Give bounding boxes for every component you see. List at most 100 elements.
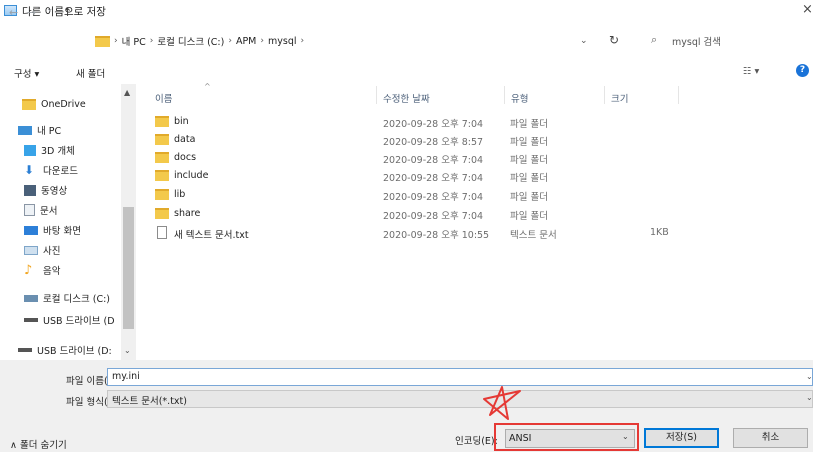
column-header-type[interactable]: 유형 — [511, 91, 528, 105]
sidebar-item-3d-objects[interactable]: 3D 개체 — [24, 140, 75, 160]
usb-drive-icon — [24, 318, 38, 322]
column-divider[interactable] — [604, 86, 605, 104]
refresh-icon[interactable]: ↻ — [609, 33, 619, 47]
title-bar — [0, 0, 813, 22]
column-divider[interactable] — [678, 86, 679, 104]
chevron-right-icon: › — [300, 36, 305, 46]
drive-icon — [24, 294, 38, 302]
forward-arrow-icon[interactable]: → — [27, 6, 36, 19]
folder-icon — [155, 189, 169, 200]
address-dropdown-icon[interactable]: ⌄ — [580, 36, 588, 46]
help-icon[interactable]: ? — [796, 64, 809, 77]
command-bar — [0, 58, 813, 84]
file-name: share — [174, 208, 201, 219]
scroll-down-icon[interactable]: ⌄ — [124, 346, 131, 355]
column-divider[interactable] — [504, 86, 505, 104]
chevron-right-icon: › — [149, 36, 154, 46]
search-input[interactable]: mysql 검색 — [672, 34, 721, 48]
file-date: 2020-09-28 오후 7:04 — [383, 119, 484, 130]
view-options-button[interactable]: ☷ ▾ — [743, 66, 759, 77]
file-date: 2020-09-28 오후 10:55 — [383, 230, 490, 241]
folder-icon — [155, 208, 169, 219]
encoding-label: 인코딩(E): — [455, 436, 498, 447]
sidebar-item-label: 사진 — [43, 246, 61, 257]
scrollbar-thumb[interactable] — [123, 207, 134, 329]
breadcrumb-item[interactable]: 로컬 디스크 (C:) — [157, 34, 224, 48]
breadcrumb-item[interactable]: APM — [236, 36, 256, 47]
file-row[interactable]: 새 텍스트 문서.txt 2020-09-28 오후 10:55 텍스트 문서 … — [155, 224, 675, 242]
sidebar-item-local-disk[interactable]: 로컬 디스크 (C:) — [24, 288, 110, 308]
chevron-down-icon[interactable]: ⌄ — [806, 372, 813, 381]
file-name: docs — [174, 152, 197, 163]
file-type: 파일 폴더 — [510, 155, 548, 166]
sidebar-item-label: 음악 — [43, 266, 61, 277]
download-icon: ⬇ — [24, 162, 35, 177]
sidebar-item-onedrive[interactable]: OneDrive — [22, 94, 86, 114]
breadcrumb-item[interactable]: 내 PC — [122, 34, 146, 48]
cube-icon — [24, 144, 36, 156]
file-row[interactable]: share 2020-09-28 오후 7:04 파일 폴더 — [155, 205, 675, 223]
address-bar[interactable]: › 내 PC › 로컬 디스크 (C:) › APM › mysql › — [92, 30, 626, 52]
chevron-down-icon[interactable]: ⌄ — [806, 393, 813, 402]
file-row[interactable]: lib 2020-09-28 오후 7:04 파일 폴더 — [155, 186, 675, 204]
column-divider[interactable] — [376, 86, 377, 104]
file-name: data — [174, 134, 196, 145]
navigation-pane: OneDrive 내 PC 3D 개체 ⬇ 다운로드 동영상 문서 바탕 화면 … — [0, 84, 136, 360]
file-type: 파일 폴더 — [510, 192, 548, 203]
file-size: 1KB — [650, 227, 669, 238]
cancel-button[interactable]: 취소 — [733, 428, 808, 448]
sidebar-item-pictures[interactable]: 사진 — [24, 240, 60, 260]
sidebar-item-label: USB 드라이브 (D — [43, 316, 115, 327]
desktop-icon — [24, 225, 38, 235]
file-row[interactable]: docs 2020-09-28 오후 7:04 파일 폴더 — [155, 149, 675, 167]
file-row[interactable]: data 2020-09-28 오후 8:57 파일 폴더 — [155, 131, 675, 149]
file-date: 2020-09-28 오후 8:57 — [383, 137, 484, 148]
picture-icon — [24, 245, 38, 255]
file-type: 파일 폴더 — [510, 173, 548, 184]
search-box[interactable] — [636, 29, 806, 51]
file-name: lib — [174, 189, 186, 200]
breadcrumb-item[interactable]: mysql — [268, 36, 297, 47]
sidebar-item-this-pc[interactable]: 내 PC — [18, 120, 61, 140]
up-arrow-icon[interactable]: ↑ — [63, 6, 72, 19]
save-button[interactable]: 저장(S) — [644, 428, 719, 448]
sidebar-item-label: 다운로드 — [43, 166, 78, 177]
sidebar-item-usb-drive[interactable]: USB 드라이브 (D: — [18, 340, 112, 360]
sidebar-item-label: 내 PC — [37, 126, 62, 137]
sidebar-item-desktop[interactable]: 바탕 화면 — [24, 220, 81, 240]
sidebar-item-label: 문서 — [40, 206, 58, 217]
sidebar-item-usb-drive[interactable]: USB 드라이브 (D — [24, 310, 115, 330]
sidebar-item-music[interactable]: ♪ 음악 — [24, 260, 60, 280]
column-header-date[interactable]: 수정한 날짜 — [383, 91, 430, 105]
folder-icon — [22, 98, 36, 110]
folder-icon — [155, 134, 169, 145]
column-header-name[interactable]: 이름 — [155, 91, 172, 105]
sidebar-item-documents[interactable]: 문서 — [24, 200, 57, 220]
sidebar-item-downloads[interactable]: ⬇ 다운로드 — [24, 160, 78, 180]
close-button[interactable]: × — [802, 2, 813, 17]
filename-input[interactable]: my.ini — [107, 368, 813, 386]
scroll-up-icon[interactable]: ▲ — [124, 88, 130, 97]
new-folder-button[interactable]: 새 폴더 — [76, 66, 105, 80]
folder-icon — [155, 170, 169, 181]
folder-icon — [155, 152, 169, 163]
file-type: 텍스트 문서 — [510, 230, 557, 241]
file-type: 파일 폴더 — [510, 119, 548, 130]
text-file-icon — [157, 226, 167, 239]
file-date: 2020-09-28 오후 7:04 — [383, 211, 484, 222]
file-row[interactable]: include 2020-09-28 오후 7:04 파일 폴더 — [155, 167, 675, 185]
recent-locations-icon[interactable]: ⌄ — [46, 4, 54, 14]
organize-button[interactable]: 구성 ▾ — [14, 66, 39, 80]
sidebar-item-videos[interactable]: 동영상 — [24, 180, 67, 200]
file-name: include — [174, 170, 209, 181]
column-header-size[interactable]: 크기 — [611, 91, 628, 105]
filetype-select[interactable]: 텍스트 문서(*.txt) — [107, 390, 813, 408]
chevron-right-icon: › — [114, 36, 118, 46]
usb-drive-icon — [18, 348, 32, 352]
file-row[interactable]: bin 2020-09-28 오후 7:04 파일 폴더 — [155, 113, 675, 131]
back-arrow-icon[interactable]: ← — [9, 6, 18, 19]
annotation-highlight-box — [494, 423, 639, 451]
file-date: 2020-09-28 오후 7:04 — [383, 192, 484, 203]
chevron-right-icon: › — [260, 36, 264, 46]
hide-folders-toggle[interactable]: ∧ 폴더 숨기기 — [10, 437, 67, 451]
